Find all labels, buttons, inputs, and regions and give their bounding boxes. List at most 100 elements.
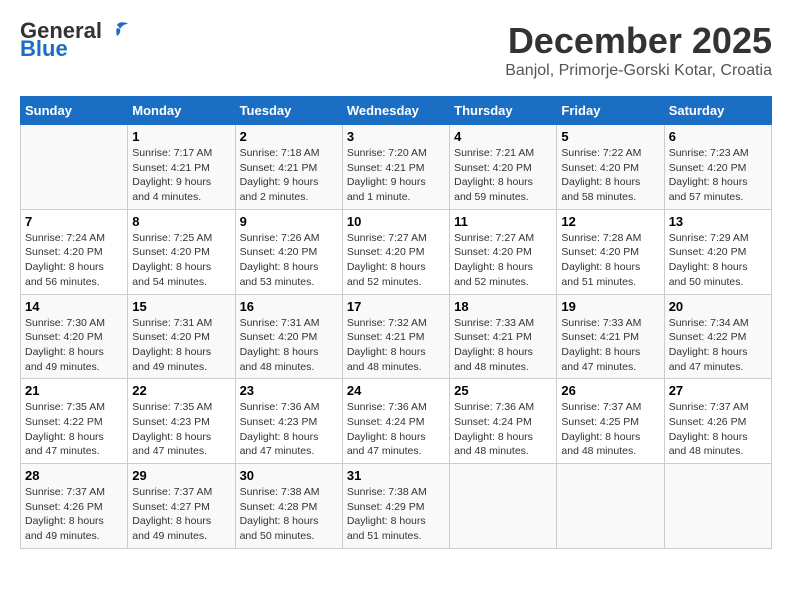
day-info: Sunrise: 7:34 AMSunset: 4:22 PMDaylight:… <box>669 316 767 375</box>
day-number: 3 <box>347 129 445 144</box>
calendar-cell: 31 Sunrise: 7:38 AMSunset: 4:29 PMDayligh… <box>342 464 449 549</box>
day-header-wednesday: Wednesday <box>342 97 449 125</box>
location-subtitle: Banjol, Primorje-Gorski Kotar, Croatia <box>505 62 772 80</box>
day-info: Sunrise: 7:21 AMSunset: 4:20 PMDaylight:… <box>454 146 552 205</box>
day-number: 5 <box>561 129 659 144</box>
day-number: 6 <box>669 129 767 144</box>
calendar-table: SundayMondayTuesdayWednesdayThursdayFrid… <box>20 96 772 549</box>
calendar-cell: 28 Sunrise: 7:37 AMSunset: 4:26 PMDayligh… <box>21 464 128 549</box>
day-info: Sunrise: 7:37 AMSunset: 4:27 PMDaylight:… <box>132 485 230 544</box>
calendar-week-row: 1Sunrise: 7:17 AMSunset: 4:21 PMDaylight… <box>21 125 772 210</box>
logo-blue-text: Blue <box>20 38 68 60</box>
month-title: December 2025 <box>505 20 772 62</box>
calendar-cell: 2Sunrise: 7:18 AMSunset: 4:21 PMDaylight… <box>235 125 342 210</box>
day-info: Sunrise: 7:29 AMSunset: 4:20 PMDaylight:… <box>669 231 767 290</box>
page-header: General Blue December 2025 Banjol, Primo… <box>20 20 772 80</box>
calendar-cell <box>557 464 664 549</box>
day-info: Sunrise: 7:18 AMSunset: 4:21 PMDaylight:… <box>240 146 338 205</box>
day-number: 19 <box>561 299 659 314</box>
day-number: 26 <box>561 383 659 398</box>
day-number: 18 <box>454 299 552 314</box>
day-number: 11 <box>454 214 552 229</box>
calendar-cell: 20 Sunrise: 7:34 AMSunset: 4:22 PMDayligh… <box>664 294 771 379</box>
day-info: Sunrise: 7:35 AMSunset: 4:22 PMDaylight:… <box>25 400 123 459</box>
calendar-cell <box>21 125 128 210</box>
day-info: Sunrise: 7:24 AMSunset: 4:20 PMDaylight:… <box>25 231 123 290</box>
day-info: Sunrise: 7:26 AMSunset: 4:20 PMDaylight:… <box>240 231 338 290</box>
day-info: Sunrise: 7:28 AMSunset: 4:20 PMDaylight:… <box>561 231 659 290</box>
day-number: 24 <box>347 383 445 398</box>
logo: General Blue <box>20 20 128 60</box>
day-number: 23 <box>240 383 338 398</box>
calendar-cell: 19 Sunrise: 7:33 AMSunset: 4:21 PMDayligh… <box>557 294 664 379</box>
day-number: 21 <box>25 383 123 398</box>
calendar-cell: 18 Sunrise: 7:33 AMSunset: 4:21 PMDayligh… <box>450 294 557 379</box>
day-header-friday: Friday <box>557 97 664 125</box>
day-info: Sunrise: 7:37 AMSunset: 4:26 PMDaylight:… <box>25 485 123 544</box>
day-number: 10 <box>347 214 445 229</box>
day-info: Sunrise: 7:25 AMSunset: 4:20 PMDaylight:… <box>132 231 230 290</box>
day-info: Sunrise: 7:23 AMSunset: 4:20 PMDaylight:… <box>669 146 767 205</box>
logo-bird-icon <box>106 21 128 41</box>
day-number: 8 <box>132 214 230 229</box>
calendar-cell: 5 Sunrise: 7:22 AMSunset: 4:20 PMDaylight… <box>557 125 664 210</box>
day-info: Sunrise: 7:32 AMSunset: 4:21 PMDaylight:… <box>347 316 445 375</box>
calendar-cell: 23Sunrise: 7:36 AMSunset: 4:23 PMDayligh… <box>235 379 342 464</box>
calendar-cell: 16 Sunrise: 7:31 AMSunset: 4:20 PMDayligh… <box>235 294 342 379</box>
day-header-saturday: Saturday <box>664 97 771 125</box>
day-info: Sunrise: 7:33 AMSunset: 4:21 PMDaylight:… <box>454 316 552 375</box>
calendar-cell: 11 Sunrise: 7:27 AMSunset: 4:20 PMDayligh… <box>450 209 557 294</box>
day-number: 29 <box>132 468 230 483</box>
calendar-cell: 12 Sunrise: 7:28 AMSunset: 4:20 PMDayligh… <box>557 209 664 294</box>
day-info: Sunrise: 7:33 AMSunset: 4:21 PMDaylight:… <box>561 316 659 375</box>
day-info: Sunrise: 7:30 AMSunset: 4:20 PMDaylight:… <box>25 316 123 375</box>
calendar-cell: 22 Sunrise: 7:35 AMSunset: 4:23 PMDayligh… <box>128 379 235 464</box>
day-info: Sunrise: 7:37 AMSunset: 4:26 PMDaylight:… <box>669 400 767 459</box>
calendar-cell: 25 Sunrise: 7:36 AMSunset: 4:24 PMDayligh… <box>450 379 557 464</box>
calendar-cell: 6 Sunrise: 7:23 AMSunset: 4:20 PMDaylight… <box>664 125 771 210</box>
calendar-cell <box>450 464 557 549</box>
calendar-cell: 8 Sunrise: 7:25 AMSunset: 4:20 PMDaylight… <box>128 209 235 294</box>
calendar-cell: 4Sunrise: 7:21 AMSunset: 4:20 PMDaylight… <box>450 125 557 210</box>
calendar-cell: 13 Sunrise: 7:29 AMSunset: 4:20 PMDayligh… <box>664 209 771 294</box>
calendar-week-row: 21 Sunrise: 7:35 AMSunset: 4:22 PMDayligh… <box>21 379 772 464</box>
day-number: 31 <box>347 468 445 483</box>
calendar-cell: 21 Sunrise: 7:35 AMSunset: 4:22 PMDayligh… <box>21 379 128 464</box>
calendar-week-row: 14Sunrise: 7:30 AMSunset: 4:20 PMDayligh… <box>21 294 772 379</box>
calendar-cell: 26 Sunrise: 7:37 AMSunset: 4:25 PMDayligh… <box>557 379 664 464</box>
day-info: Sunrise: 7:35 AMSunset: 4:23 PMDaylight:… <box>132 400 230 459</box>
calendar-cell: 14Sunrise: 7:30 AMSunset: 4:20 PMDayligh… <box>21 294 128 379</box>
day-number: 1 <box>132 129 230 144</box>
day-info: Sunrise: 7:31 AMSunset: 4:20 PMDaylight:… <box>132 316 230 375</box>
calendar-cell: 30 Sunrise: 7:38 AMSunset: 4:28 PMDayligh… <box>235 464 342 549</box>
calendar-cell <box>664 464 771 549</box>
day-number: 30 <box>240 468 338 483</box>
day-info: Sunrise: 7:27 AMSunset: 4:20 PMDaylight:… <box>347 231 445 290</box>
day-info: Sunrise: 7:36 AMSunset: 4:24 PMDaylight:… <box>454 400 552 459</box>
day-info: Sunrise: 7:31 AMSunset: 4:20 PMDaylight:… <box>240 316 338 375</box>
calendar-week-row: 7Sunrise: 7:24 AMSunset: 4:20 PMDaylight… <box>21 209 772 294</box>
calendar-cell: 7Sunrise: 7:24 AMSunset: 4:20 PMDaylight… <box>21 209 128 294</box>
day-header-monday: Monday <box>128 97 235 125</box>
day-info: Sunrise: 7:22 AMSunset: 4:20 PMDaylight:… <box>561 146 659 205</box>
calendar-cell: 15 Sunrise: 7:31 AMSunset: 4:20 PMDayligh… <box>128 294 235 379</box>
day-info: Sunrise: 7:38 AMSunset: 4:29 PMDaylight:… <box>347 485 445 544</box>
day-number: 16 <box>240 299 338 314</box>
title-block: December 2025 Banjol, Primorje-Gorski Ko… <box>505 20 772 80</box>
day-number: 28 <box>25 468 123 483</box>
day-info: Sunrise: 7:36 AMSunset: 4:24 PMDaylight:… <box>347 400 445 459</box>
calendar-header-row: SundayMondayTuesdayWednesdayThursdayFrid… <box>21 97 772 125</box>
day-number: 20 <box>669 299 767 314</box>
day-info: Sunrise: 7:27 AMSunset: 4:20 PMDaylight:… <box>454 231 552 290</box>
day-number: 15 <box>132 299 230 314</box>
calendar-cell: 29 Sunrise: 7:37 AMSunset: 4:27 PMDayligh… <box>128 464 235 549</box>
day-number: 17 <box>347 299 445 314</box>
day-number: 22 <box>132 383 230 398</box>
day-info: Sunrise: 7:37 AMSunset: 4:25 PMDaylight:… <box>561 400 659 459</box>
day-header-tuesday: Tuesday <box>235 97 342 125</box>
day-number: 12 <box>561 214 659 229</box>
calendar-cell: 9Sunrise: 7:26 AMSunset: 4:20 PMDaylight… <box>235 209 342 294</box>
day-info: Sunrise: 7:38 AMSunset: 4:28 PMDaylight:… <box>240 485 338 544</box>
day-number: 13 <box>669 214 767 229</box>
day-number: 25 <box>454 383 552 398</box>
